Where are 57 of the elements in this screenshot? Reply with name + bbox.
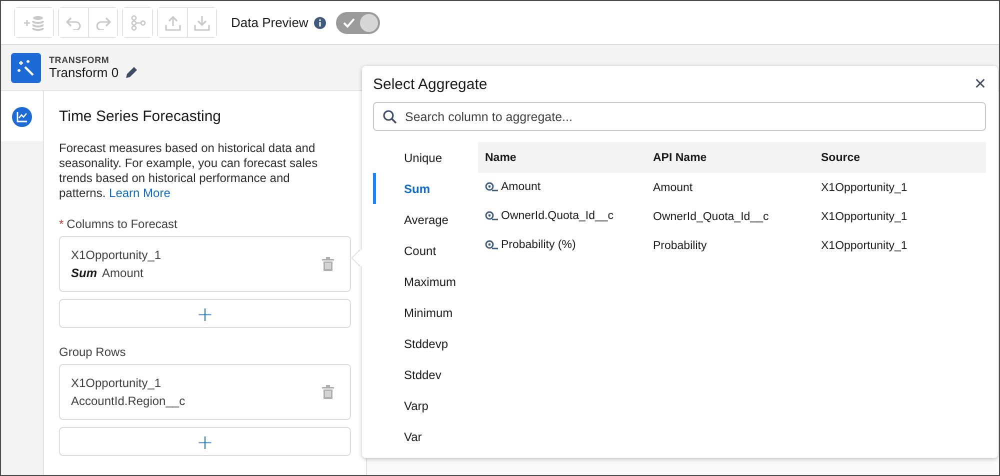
aggregate-option[interactable]: Stddev [373, 359, 478, 390]
learn-more-link[interactable]: Learn More [109, 186, 170, 200]
popover-title: Select Aggregate [373, 76, 488, 92]
trash-icon[interactable] [322, 385, 334, 399]
data-preview-toggle[interactable] [336, 12, 380, 34]
add-data-icon[interactable] [15, 8, 53, 37]
aggregate-option[interactable]: Count [373, 235, 478, 266]
aggregate-name: Sum [71, 266, 98, 280]
table-cell: Amount [653, 182, 693, 194]
branch-icon[interactable] [123, 8, 152, 37]
column-header: Source [814, 142, 986, 173]
field-label: Columns to Forecast [66, 217, 178, 231]
info-icon [314, 16, 326, 28]
column-header: API Name [646, 142, 814, 173]
aggregate-option[interactable]: Stddevp [373, 328, 478, 359]
chart-icon[interactable] [12, 107, 32, 127]
table-cell[interactable]: Amount [501, 180, 541, 192]
check-icon [342, 16, 356, 28]
panel-title: Time Series Forecasting [59, 108, 222, 125]
node-name: Transform 0 [49, 65, 119, 80]
source-name: X1Opportunity_1 [71, 376, 162, 390]
required-asterisk: * [59, 217, 64, 231]
close-button[interactable]: × [974, 72, 986, 96]
data-preview-label: Data Preview [231, 15, 308, 30]
measure-icon [485, 240, 498, 250]
description-text: Forecast measures based on historical data and seasonality. For example, you can forecast sales trends based on historical performance and patterns. Learn More [59, 141, 319, 201]
aggregate-option[interactable]: Varp [373, 390, 478, 421]
table-cell: OwnerId_Quota_Id__c [653, 210, 769, 222]
node-type-label: TRANSFORM [49, 55, 110, 65]
source-name: X1Opportunity_1 [71, 248, 162, 262]
table-cell: X1Opportunity_1 [821, 240, 908, 252]
table-cell[interactable]: Probability (%) [501, 238, 576, 250]
table-cell: X1Opportunity_1 [821, 182, 908, 194]
download-icon[interactable] [187, 8, 216, 37]
aggregate-option[interactable]: Sum [373, 173, 478, 204]
aggregate-option[interactable]: Unique [373, 142, 478, 173]
add-button[interactable]: + [59, 427, 351, 456]
measure-icon [485, 210, 498, 220]
magic-wand-icon [11, 52, 41, 82]
column-name: Amount [102, 266, 144, 280]
trash-icon[interactable] [322, 257, 334, 271]
table-cell: Probability [653, 240, 707, 252]
add-button[interactable]: + [59, 299, 351, 328]
measure-icon [485, 182, 498, 192]
pencil-icon[interactable] [124, 66, 138, 79]
search-field[interactable]: Search column to aggregate... [373, 102, 986, 131]
table-cell[interactable]: OwnerId.Quota_Id__c [501, 210, 614, 222]
table-cell: X1Opportunity_1 [821, 210, 908, 222]
aggregate-option[interactable]: Minimum [373, 297, 478, 328]
column-header: Name [478, 142, 646, 173]
search-icon [383, 110, 397, 124]
column-name: AccountId.Region__c [71, 394, 186, 408]
field-label: Group Rows [59, 345, 126, 359]
aggregate-option[interactable]: Maximum [373, 266, 478, 297]
redo-icon[interactable] [88, 8, 117, 37]
aggregate-option[interactable]: Average [373, 204, 478, 235]
aggregate-option[interactable]: Var [373, 421, 478, 452]
